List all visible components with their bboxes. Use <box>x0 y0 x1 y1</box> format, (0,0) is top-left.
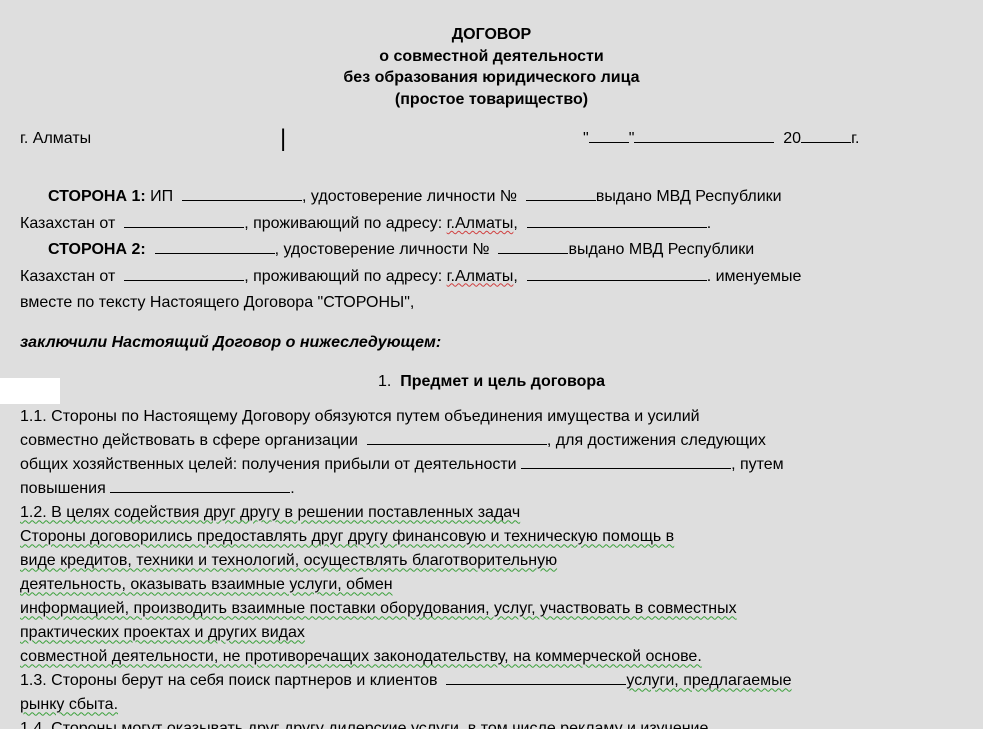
c13c: рынку сбыта. <box>20 696 118 713</box>
year-20: 20 <box>783 130 801 147</box>
document-page: ДОГОВОР о совместной деятельности без об… <box>0 0 983 729</box>
title-block: ДОГОВОР о совместной деятельности без об… <box>20 24 963 110</box>
white-notch <box>0 378 60 404</box>
c12b: Стороны договорились предоставлять друг … <box>20 528 674 545</box>
c11e: , путем <box>731 456 784 473</box>
c13-line1: 1.3. Стороны берут на себя поиск партнер… <box>20 669 963 693</box>
title-line-2: о совместной деятельности <box>20 46 963 68</box>
blank-idnum1 <box>526 186 596 201</box>
party1-ip: ИП <box>150 188 173 205</box>
blank-idnum2 <box>498 239 568 254</box>
c13-line2: рынку сбыта. <box>20 693 963 717</box>
blank-name1 <box>182 186 302 201</box>
c14-line1: 1.4. Стороны могут оказывать друг другу … <box>20 717 963 729</box>
concluded-line: заключили Настоящий Договор о нижеследую… <box>20 332 963 354</box>
city-label: г. Алматы <box>20 130 280 148</box>
c11-line2: совместно действовать в сфере организаци… <box>20 429 963 453</box>
c12d: деятельность, оказывать взаимные услуги,… <box>20 576 393 593</box>
c11c: , для достижения следующих <box>547 432 766 449</box>
party1-line2: Казахстан от , проживающий по адресу: г.… <box>20 213 963 235</box>
party1-block: СТОРОНА 1: ИП , удостоверение личности №… <box>20 186 963 208</box>
c11-line4: повышения . <box>20 477 963 501</box>
c12c: виде кредитов, техники и технологий, осу… <box>20 552 557 569</box>
c12-line7: совместной деятельности, не противоречащ… <box>20 645 963 669</box>
c11g: . <box>290 480 294 497</box>
blank-month <box>634 128 774 143</box>
year-g: г. <box>851 130 859 147</box>
c12e: информацией, производить взаимные постав… <box>20 600 737 617</box>
party1-kzfrom: Казахстан от <box>20 215 115 232</box>
body-block: 1.1. Стороны по Настоящему Договору обяз… <box>20 405 963 729</box>
party2-comma: , <box>513 268 517 285</box>
party1-comma: , <box>513 215 517 232</box>
section-1-head: 1. Предмет и цель договора <box>20 373 963 391</box>
section-1-num: 1. <box>378 373 391 390</box>
party1-city: г.Алматы <box>447 215 514 232</box>
blank-name2 <box>155 239 275 254</box>
party1-issued: выдано МВД Республики <box>596 188 782 205</box>
c13b: услуги, предлагаемые <box>626 672 791 689</box>
party1-dot: . <box>707 215 711 232</box>
c12g: совместной деятельности, не противоречащ… <box>20 648 702 665</box>
title-line-3: без образования юридического лица <box>20 67 963 89</box>
title-line-1: ДОГОВОР <box>20 24 963 46</box>
blank-kzdate1 <box>124 213 244 228</box>
blank-addr2 <box>527 266 707 281</box>
party2-addr: , проживающий по адресу: <box>244 268 442 285</box>
party2-line2: Казахстан от , проживающий по адресу: г.… <box>20 266 963 288</box>
c12f: практических проектах и других видах <box>20 624 305 641</box>
c13a: 1.3. Стороны берут на себя поиск партнер… <box>20 672 437 689</box>
party2-id-text: , удостоверение личности № <box>275 241 490 258</box>
blank-activity <box>521 454 731 469</box>
city-date-row: г. Алматы | "" 20г. <box>20 128 963 148</box>
blank-addr1 <box>527 213 707 228</box>
party2-issued: выдано МВД Республики <box>568 241 754 258</box>
c11b: совместно действовать в сфере организаци… <box>20 432 358 449</box>
section-1-title: Предмет и цель договора <box>400 373 605 390</box>
blank-day <box>589 128 629 143</box>
c12a: 1.2. В целях содействия друг другу в реш… <box>20 504 520 521</box>
c11-line3: общих хозяйственных целей: получения при… <box>20 453 963 477</box>
blank-kzdate2 <box>124 266 244 281</box>
c12-line5: информацией, производить взаимные постав… <box>20 597 963 621</box>
c12-line6: практических проектах и других видах <box>20 621 963 645</box>
blank-sphere <box>367 430 547 445</box>
vertical-bar: | <box>280 130 300 148</box>
c12-line4: деятельность, оказывать взаимные услуги,… <box>20 573 963 597</box>
blank-year <box>801 128 851 143</box>
c12-line2: Стороны договорились предоставлять друг … <box>20 525 963 549</box>
date-field: "" 20г. <box>583 128 963 148</box>
c11-line1: 1.1. Стороны по Настоящему Договору обяз… <box>20 405 963 429</box>
party2-label: СТОРОНА 2: <box>48 241 146 258</box>
party2-tail: . именуемые <box>707 268 802 285</box>
c12-line1: 1.2. В целях содействия друг другу в реш… <box>20 501 963 525</box>
party1-id-text: , удостоверение личности № <box>302 188 517 205</box>
c11d: общих хозяйственных целей: получения при… <box>20 456 517 473</box>
c11f: повышения <box>20 480 106 497</box>
party1-label: СТОРОНА 1: <box>48 188 146 205</box>
title-line-4: (простое товарищество) <box>20 89 963 111</box>
party2-kzfrom: Казахстан от <box>20 268 115 285</box>
party2-city: г.Алматы <box>447 268 514 285</box>
c12-line3: виде кредитов, техники и технологий, осу… <box>20 549 963 573</box>
party2-block: СТОРОНА 2: , удостоверение личности № вы… <box>20 239 963 261</box>
party2-line3: вместе по тексту Настоящего Договора "СТ… <box>20 292 963 314</box>
blank-raise <box>110 478 290 493</box>
party1-addr: , проживающий по адресу: <box>244 215 442 232</box>
blank-clients <box>446 670 626 685</box>
